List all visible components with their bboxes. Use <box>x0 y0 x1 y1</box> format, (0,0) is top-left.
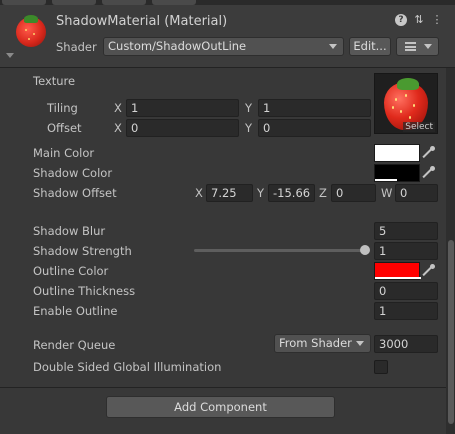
outline-color-label: Outline Color <box>33 264 109 278</box>
tiling-x-input[interactable]: 1 <box>126 99 239 117</box>
double-sided-gi-label: Double Sided Global Illumination <box>33 360 222 374</box>
shadow-strength-input[interactable]: 1 <box>374 242 438 260</box>
shadow-offset-w-axis: W <box>381 186 393 200</box>
tiling-x-axis: X <box>114 101 122 115</box>
chevron-down-icon <box>424 44 432 49</box>
shadow-offset-w-input[interactable]: 0 <box>395 184 438 202</box>
offset-y-axis: Y <box>245 121 253 135</box>
material-header: ShadowMaterial (Material) ? ⇅ ⋮ Shader C… <box>0 5 455 68</box>
main-color-label: Main Color <box>33 146 95 160</box>
more-icon[interactable]: ⋮ <box>431 14 443 26</box>
shadow-blur-input[interactable]: 5 <box>374 222 438 240</box>
tiling-y-input[interactable]: 1 <box>258 99 371 117</box>
shader-label: Shader <box>56 40 97 54</box>
shadow-color-label: Shadow Color <box>33 166 113 180</box>
double-sided-gi-checkbox[interactable] <box>374 360 388 374</box>
offset-label: Offset <box>47 121 82 135</box>
preset-icon[interactable]: ⇅ <box>413 14 425 26</box>
shader-dropdown-value: Custom/ShadowOutLine <box>108 39 247 53</box>
outline-color-swatch[interactable] <box>374 262 421 280</box>
list-icon <box>405 42 416 51</box>
main-color-swatch[interactable] <box>374 144 420 162</box>
eyedropper-icon[interactable] <box>422 262 438 280</box>
render-queue-dropdown[interactable]: From Shader <box>274 334 371 353</box>
texture-label: Texture <box>33 74 76 88</box>
tiling-y-axis: Y <box>245 101 253 115</box>
chevron-down-icon <box>329 44 337 49</box>
render-queue-label: Render Queue <box>33 338 116 352</box>
scrollbar-thumb[interactable] <box>448 240 454 424</box>
shadow-offset-z-input[interactable]: 0 <box>331 184 376 202</box>
texture-thumbnail[interactable]: Select <box>374 73 438 134</box>
foldout-arrow-icon[interactable] <box>6 53 14 58</box>
offset-x-input[interactable]: 0 <box>126 119 239 137</box>
shadow-offset-x-input[interactable]: 7.25 <box>206 184 253 202</box>
shadow-strength-slider-handle[interactable] <box>360 245 370 255</box>
alpha-bar <box>375 179 397 181</box>
shadow-color-swatch[interactable] <box>374 164 420 182</box>
shadow-offset-x-axis: X <box>195 186 203 200</box>
material-preview-icon <box>16 15 46 47</box>
edit-shader-button[interactable]: Edit... <box>349 37 391 56</box>
render-queue-mode: From Shader <box>279 336 352 350</box>
material-title: ShadowMaterial (Material) <box>56 14 228 29</box>
shadow-strength-label: Shadow Strength <box>33 244 132 258</box>
offset-x-axis: X <box>114 121 122 135</box>
outline-thickness-label: Outline Thickness <box>33 284 136 298</box>
tiling-label: Tiling <box>47 101 78 115</box>
offset-y-input[interactable]: 0 <box>258 119 371 137</box>
help-icon[interactable]: ? <box>395 14 407 26</box>
outline-thickness-input[interactable]: 0 <box>374 282 438 300</box>
texture-select-button[interactable]: Select <box>403 122 435 132</box>
shadow-blur-label: Shadow Blur <box>33 224 106 238</box>
shader-options-button[interactable] <box>396 37 439 56</box>
render-queue-input[interactable]: 3000 <box>374 335 438 353</box>
enable-outline-input[interactable]: 1 <box>374 302 438 320</box>
shadow-offset-y-input[interactable]: -15.66 <box>268 184 315 202</box>
alpha-bar <box>375 277 421 279</box>
shadow-offset-z-axis: Z <box>319 186 327 200</box>
shadow-offset-label: Shadow Offset <box>33 186 117 200</box>
add-component-button[interactable]: Add Component <box>106 396 335 418</box>
scrollbar[interactable] <box>446 68 455 434</box>
header-icons: ? ⇅ ⋮ <box>395 14 443 26</box>
shader-dropdown[interactable]: Custom/ShadowOutLine <box>103 37 344 56</box>
shadow-offset-y-axis: Y <box>257 186 265 200</box>
enable-outline-label: Enable Outline <box>33 304 118 318</box>
chevron-down-icon <box>356 341 364 346</box>
eyedropper-icon[interactable] <box>422 144 438 162</box>
shadow-strength-slider[interactable] <box>194 249 365 252</box>
eyedropper-icon[interactable] <box>422 164 438 182</box>
divider <box>0 387 455 388</box>
